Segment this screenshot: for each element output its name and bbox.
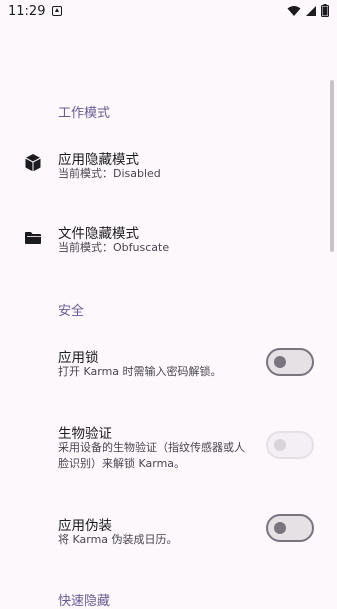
- item-title: 应用锁: [58, 350, 99, 366]
- cube-icon: [25, 154, 41, 172]
- switch-thumb: [274, 522, 286, 534]
- item-subtitle: 当前模式：Obfuscate: [58, 241, 170, 254]
- section-title-security: 安全: [58, 304, 85, 319]
- switch-thumb: [274, 439, 286, 451]
- signal-icon: [306, 5, 316, 16]
- status-icons: [287, 4, 329, 17]
- section-title-work-mode: 工作模式: [58, 106, 111, 121]
- status-time: 11:29: [8, 4, 46, 19]
- item-subtitle: 将 Karma 伪装成日历。: [58, 533, 178, 546]
- item-subtitle: 当前模式：Disabled: [58, 167, 161, 180]
- status-bar: 11:29: [0, 0, 337, 24]
- setting-app-lock[interactable]: 应用锁 打开 Karma 时需输入密码解锁。: [0, 340, 337, 388]
- setting-file-hide-mode[interactable]: 文件隐藏模式 当前模式：Obfuscate: [0, 214, 337, 270]
- app-disguise-switch[interactable]: [266, 514, 314, 542]
- item-title: 应用隐藏模式: [58, 152, 139, 168]
- item-title: 应用伪装: [58, 518, 112, 534]
- notification-icon: [52, 6, 62, 16]
- item-title: 生物验证: [58, 426, 112, 442]
- wifi-icon: [287, 5, 301, 16]
- item-subtitle-line2: 脸识别）来解锁 Karma。: [58, 457, 186, 470]
- setting-biometric[interactable]: 生物验证 采用设备的生物验证（指纹传感器或人 脸识别）来解锁 Karma。: [0, 418, 337, 474]
- item-subtitle-line1: 采用设备的生物验证（指纹传感器或人: [58, 441, 245, 454]
- setting-app-disguise[interactable]: 应用伪装 将 Karma 伪装成日历。: [0, 508, 337, 556]
- folder-icon: [25, 232, 41, 244]
- battery-icon: [321, 4, 329, 17]
- setting-app-hide-mode[interactable]: 应用隐藏模式 当前模式：Disabled: [0, 140, 337, 196]
- switch-thumb: [274, 356, 286, 368]
- app-lock-switch[interactable]: [266, 348, 314, 376]
- item-title: 文件隐藏模式: [58, 226, 139, 242]
- item-subtitle: 打开 Karma 时需输入密码解锁。: [58, 365, 222, 378]
- biometric-switch[interactable]: [266, 431, 314, 459]
